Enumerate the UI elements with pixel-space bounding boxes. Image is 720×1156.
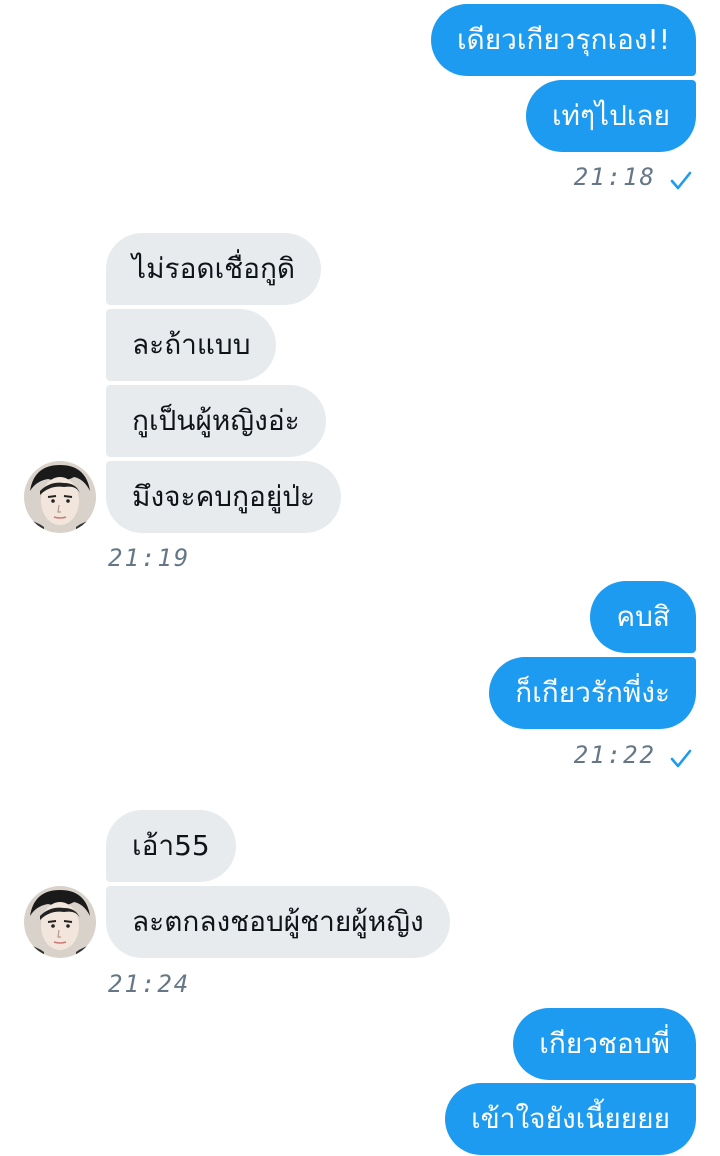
incoming-message[interactable]: ไม่รอดเชื่อกูดิ [106, 233, 322, 305]
user-avatar[interactable] [24, 886, 96, 958]
incoming-message[interactable]: ละตกลงชอบผู้ชายผู้หญิง [106, 886, 450, 958]
outgoing-message[interactable]: เท่ๆไปเลย [525, 80, 696, 152]
message-timestamp: 21:22 [574, 740, 692, 770]
avatar-image [24, 461, 96, 533]
timestamp-text: 21:19 [108, 544, 191, 572]
user-avatar[interactable] [24, 461, 96, 533]
incoming-message[interactable]: ละถ้าแบบ [106, 309, 277, 381]
outgoing-message[interactable]: ก็เกียวรักพี่ง่ะ [489, 657, 696, 729]
checkmark-icon [670, 749, 692, 768]
timestamp-text: 21:24 [108, 970, 191, 998]
outgoing-message[interactable]: คบสิ [590, 581, 696, 653]
outgoing-message[interactable]: เดียวเกียวรุกเอง!! [430, 4, 696, 76]
timestamp-text: 21:18 [573, 163, 656, 191]
outgoing-message[interactable]: เกียวชอบพี่ [513, 1008, 696, 1080]
message-timestamp: 21:24 [108, 969, 190, 999]
avatar-image [24, 886, 96, 958]
message-timestamp: 21:18 [574, 162, 692, 192]
message-timestamp: 21:19 [108, 543, 190, 573]
incoming-message[interactable]: กูเป็นผู้หญิงอ่ะ [106, 385, 326, 457]
outgoing-message[interactable]: เข้าใจยังเนี้ยยยย [445, 1083, 696, 1155]
conversation-thread: เดียวเกียวรุกเอง!! เท่ๆไปเลย 21:18 ไม่รอ… [0, 0, 720, 1156]
checkmark-icon [670, 171, 692, 190]
timestamp-text: 21:22 [573, 741, 656, 769]
incoming-message[interactable]: เอ้า55 [106, 810, 236, 882]
incoming-message[interactable]: มึงจะคบกูอยู่ป่ะ [106, 461, 342, 533]
